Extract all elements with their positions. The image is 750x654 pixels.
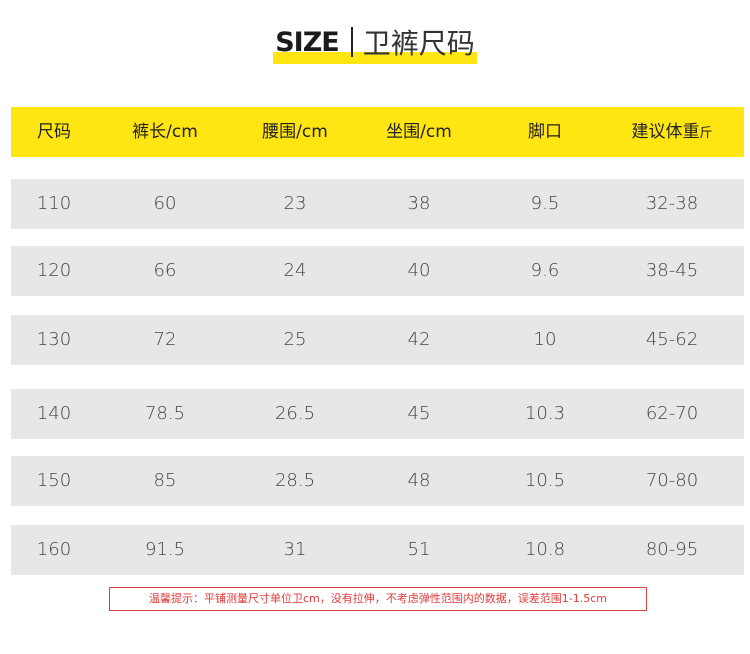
header-waist: 腰围/cm [262, 122, 328, 142]
header-hip: 坐围/cm [386, 122, 452, 142]
title-size-text: SIZE [275, 26, 340, 58]
cell-length: 78.5 [144, 403, 186, 424]
cell-length: 72 [153, 329, 177, 350]
cell-leg-opening: 10.8 [524, 539, 566, 560]
cell-leg-opening: 10.3 [524, 403, 566, 424]
cell-waist: 24 [283, 260, 307, 281]
cell-leg-opening: 9.6 [530, 260, 560, 281]
table-row: 160 91.5 31 51 10.8 80-95 [11, 525, 744, 575]
measurement-note: 温馨提示：平铺测量尺寸单位卫cm，没有拉伸，不考虑弹性范围内的数据，误差范围1-… [109, 587, 647, 611]
table-row: 150 85 28.5 48 10.5 70-80 [11, 456, 744, 506]
page-title: SIZE 卫裤尺码 [0, 22, 750, 64]
cell-hip: 40 [407, 260, 431, 281]
cell-length: 91.5 [144, 539, 186, 560]
cell-hip: 38 [407, 193, 431, 214]
header-size: 尺码 [37, 122, 71, 142]
cell-length: 60 [153, 193, 177, 214]
table-row: 120 66 24 40 9.6 38-45 [11, 246, 744, 296]
cell-hip: 48 [407, 470, 431, 491]
header-weight-unit: 斤 [699, 126, 713, 141]
header-weight-label: 建议体重 [631, 122, 700, 142]
cell-waist: 28.5 [274, 470, 316, 491]
cell-hip: 45 [407, 403, 431, 424]
cell-size: 110 [36, 193, 72, 214]
cell-leg-opening: 9.5 [530, 193, 560, 214]
cell-waist: 23 [283, 193, 307, 214]
cell-weight: 62-70 [645, 403, 699, 424]
cell-waist: 31 [283, 539, 307, 560]
cell-weight: 80-95 [645, 539, 699, 560]
header-leg-opening: 脚口 [528, 122, 562, 142]
table-row: 140 78.5 26.5 45 10.3 62-70 [11, 389, 744, 439]
cell-size: 120 [36, 260, 72, 281]
cell-waist: 25 [283, 329, 307, 350]
cell-length: 85 [153, 470, 177, 491]
table-row: 110 60 23 38 9.5 32-38 [11, 179, 744, 229]
cell-leg-opening: 10.5 [524, 470, 566, 491]
cell-size: 150 [36, 470, 72, 491]
cell-hip: 42 [407, 329, 431, 350]
title-subtitle: 卫裤尺码 [362, 27, 475, 60]
cell-size: 140 [36, 403, 72, 424]
cell-leg-opening: 10 [533, 329, 557, 350]
cell-length: 66 [153, 260, 177, 281]
header-length: 裤长/cm [132, 122, 198, 142]
cell-weight: 32-38 [645, 193, 699, 214]
cell-weight: 38-45 [645, 260, 699, 281]
header-weight: 建议体重斤 [609, 107, 735, 157]
table-row: 130 72 25 42 10 45-62 [11, 315, 744, 365]
cell-size: 160 [36, 539, 72, 560]
cell-weight: 45-62 [645, 329, 699, 350]
cell-weight: 70-80 [645, 470, 699, 491]
table-header: 尺码 裤长/cm 腰围/cm 坐围/cm 脚口 建议体重斤 [11, 107, 744, 157]
title-divider [350, 27, 353, 57]
cell-waist: 26.5 [274, 403, 316, 424]
cell-hip: 51 [407, 539, 431, 560]
cell-size: 130 [36, 329, 72, 350]
